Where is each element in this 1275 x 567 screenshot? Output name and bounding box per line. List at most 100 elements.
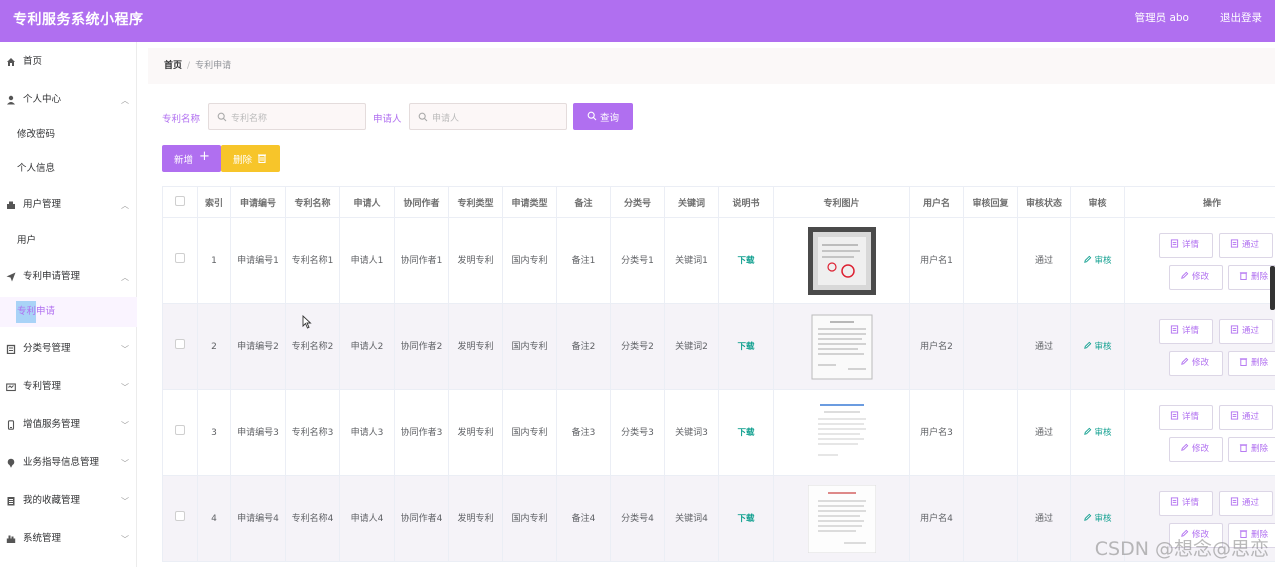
chevron-up-icon: ︿ bbox=[121, 273, 129, 282]
breadcrumb-separator: / bbox=[187, 61, 191, 71]
detail-button-label: 详情 bbox=[1182, 411, 1200, 422]
sidebar-item-label: 系统管理 bbox=[23, 533, 62, 544]
applicant-input[interactable]: 申请人 bbox=[409, 103, 567, 130]
cell-patent-type: 发明专利 bbox=[448, 217, 503, 304]
sidebar-item-category-management[interactable]: 分类号管理 ﹀ bbox=[0, 334, 137, 364]
row-checkbox[interactable] bbox=[175, 338, 185, 349]
pass-button[interactable]: 通过 bbox=[1219, 404, 1273, 430]
sidebar-item-business-guidance[interactable]: 业务指导信息管理 ﹀ bbox=[0, 448, 137, 478]
detail-button[interactable]: 详情 bbox=[1159, 404, 1213, 430]
review-link[interactable]: 审核 bbox=[1083, 255, 1112, 266]
delete-button-label: 删除 bbox=[233, 155, 253, 166]
sidebar-item-label: 个人信息 bbox=[17, 163, 56, 174]
patent-name-input[interactable]: 专利名称 bbox=[208, 103, 366, 130]
row-select-cell[interactable] bbox=[162, 217, 198, 304]
column-header: 申请编号 bbox=[230, 186, 286, 218]
edit-button-label: 修改 bbox=[1192, 443, 1210, 454]
patent-image-thumbnail[interactable] bbox=[807, 398, 876, 467]
cell-class-no: 分类号2 bbox=[610, 303, 665, 390]
download-link[interactable]: 下载 bbox=[737, 256, 754, 266]
cell-patent-name: 专利名称1 bbox=[285, 217, 340, 304]
cell-remark: 备注3 bbox=[556, 389, 611, 476]
sidebar-item-change-password[interactable]: 修改密码 bbox=[0, 120, 137, 150]
row-select-cell[interactable] bbox=[162, 475, 198, 562]
detail-button[interactable]: 详情 bbox=[1159, 318, 1213, 344]
sidebar-item-label: 用户 bbox=[17, 235, 37, 246]
select-all-checkbox[interactable] bbox=[175, 195, 185, 206]
download-link[interactable]: 下载 bbox=[737, 514, 754, 524]
home-icon bbox=[7, 58, 15, 66]
vertical-scrollbar-thumb[interactable] bbox=[1270, 266, 1275, 310]
edit-icon bbox=[1181, 357, 1189, 365]
pass-button[interactable]: 通过 bbox=[1219, 490, 1273, 516]
cell-index: 2 bbox=[197, 303, 231, 390]
column-header: 审核回复 bbox=[963, 186, 1018, 218]
sidebar-item-home[interactable]: 首页 bbox=[0, 47, 137, 77]
sidebar-item-personal-center[interactable]: 个人中心 ︿ bbox=[0, 85, 137, 115]
add-button[interactable]: 新增 + bbox=[162, 145, 221, 172]
sidebar-item-my-collection[interactable]: 我的收藏管理 ﹀ bbox=[0, 486, 137, 516]
sidebar: 首页 个人中心 ︿ 修改密码 个人信息 用户管理 ︿ 用户 专利申请管理 ︿ 专… bbox=[0, 42, 137, 567]
chevron-down-icon: ﹀ bbox=[121, 383, 129, 392]
row-select-cell[interactable] bbox=[162, 303, 198, 390]
cell-coauthor: 协同作者3 bbox=[394, 389, 449, 476]
patent-image-thumbnail[interactable] bbox=[807, 484, 876, 553]
patent-icon bbox=[6, 383, 16, 392]
cell-patent-name: 专利名称2 bbox=[285, 303, 340, 390]
review-link[interactable]: 审核 bbox=[1083, 513, 1112, 524]
row-checkbox[interactable] bbox=[175, 424, 185, 435]
edit-button[interactable]: 修改 bbox=[1169, 264, 1223, 290]
query-button[interactable]: 查询 bbox=[573, 103, 633, 130]
review-link[interactable]: 审核 bbox=[1083, 427, 1112, 438]
select-all-cell[interactable] bbox=[162, 186, 198, 218]
cell-class-no: 分类号4 bbox=[610, 475, 665, 562]
download-link[interactable]: 下载 bbox=[737, 342, 754, 352]
edit-button-label: 修改 bbox=[1192, 357, 1210, 368]
row-delete-button[interactable]: 删除 bbox=[1228, 264, 1275, 290]
row-checkbox[interactable] bbox=[175, 252, 185, 263]
patent-application-table: 索引 申请编号 专利名称 申请人 协同作者 专利类型 申请类型 备注 分类号 关… bbox=[162, 186, 1275, 562]
top-header: 专利服务系统小程序 管理员 abo 退出登录 bbox=[0, 0, 1275, 42]
pass-button[interactable]: 通过 bbox=[1219, 232, 1273, 258]
column-header: 索引 bbox=[197, 186, 231, 218]
row-delete-button[interactable]: 删除 bbox=[1228, 436, 1275, 462]
sidebar-item-value-added-service[interactable]: 增值服务管理 ﹀ bbox=[0, 410, 137, 440]
review-link-label: 审核 bbox=[1094, 255, 1112, 266]
applicant-label: 申请人 bbox=[373, 114, 402, 125]
plus-icon: + bbox=[199, 149, 210, 164]
sidebar-item-system-management[interactable]: 系统管理 ﹀ bbox=[0, 524, 137, 554]
breadcrumb-home[interactable]: 首页 bbox=[164, 61, 182, 71]
sidebar-item-personal-info[interactable]: 个人信息 bbox=[0, 154, 137, 184]
edit-icon bbox=[1181, 443, 1189, 451]
breadcrumb-current: 专利申请 bbox=[195, 61, 232, 71]
column-header: 专利名称 bbox=[285, 186, 340, 218]
detail-button[interactable]: 详情 bbox=[1159, 490, 1213, 516]
edit-button[interactable]: 修改 bbox=[1169, 350, 1223, 376]
pass-button-label: 通过 bbox=[1242, 325, 1260, 336]
operations-group: 详情 通过 修改 删除 bbox=[1126, 219, 1275, 303]
review-link-label: 审核 bbox=[1094, 341, 1112, 352]
download-link[interactable]: 下载 bbox=[737, 428, 754, 438]
row-checkbox[interactable] bbox=[175, 510, 185, 521]
sidebar-item-patent-application[interactable]: 专利申请 bbox=[0, 297, 137, 327]
sidebar-item-user-management[interactable]: 用户管理 ︿ bbox=[0, 190, 137, 220]
sidebar-item-patent-application-management[interactable]: 专利申请管理 ︿ bbox=[0, 262, 137, 292]
row-select-cell[interactable] bbox=[162, 389, 198, 476]
patent-image-thumbnail[interactable] bbox=[808, 313, 876, 381]
logout-link[interactable]: 退出登录 bbox=[1220, 10, 1262, 25]
cell-patent-image bbox=[773, 217, 910, 304]
cell-coauthor: 协同作者2 bbox=[394, 303, 449, 390]
sidebar-item-user[interactable]: 用户 bbox=[0, 226, 137, 256]
delete-button[interactable]: 删除 bbox=[221, 145, 280, 172]
cell-operations: 详情 通过 修改 删除 bbox=[1124, 389, 1275, 476]
review-link[interactable]: 审核 bbox=[1083, 341, 1112, 352]
edit-button[interactable]: 修改 bbox=[1169, 436, 1223, 462]
detail-button[interactable]: 详情 bbox=[1159, 232, 1213, 258]
sidebar-item-patent-management[interactable]: 专利管理 ﹀ bbox=[0, 372, 137, 402]
cell-keyword: 关键词4 bbox=[664, 475, 719, 562]
pass-button[interactable]: 通过 bbox=[1219, 318, 1273, 344]
detail-button-label: 详情 bbox=[1182, 497, 1200, 508]
row-delete-button[interactable]: 删除 bbox=[1228, 350, 1275, 376]
edit-button-label: 修改 bbox=[1192, 271, 1210, 282]
patent-image-thumbnail[interactable] bbox=[807, 226, 876, 295]
